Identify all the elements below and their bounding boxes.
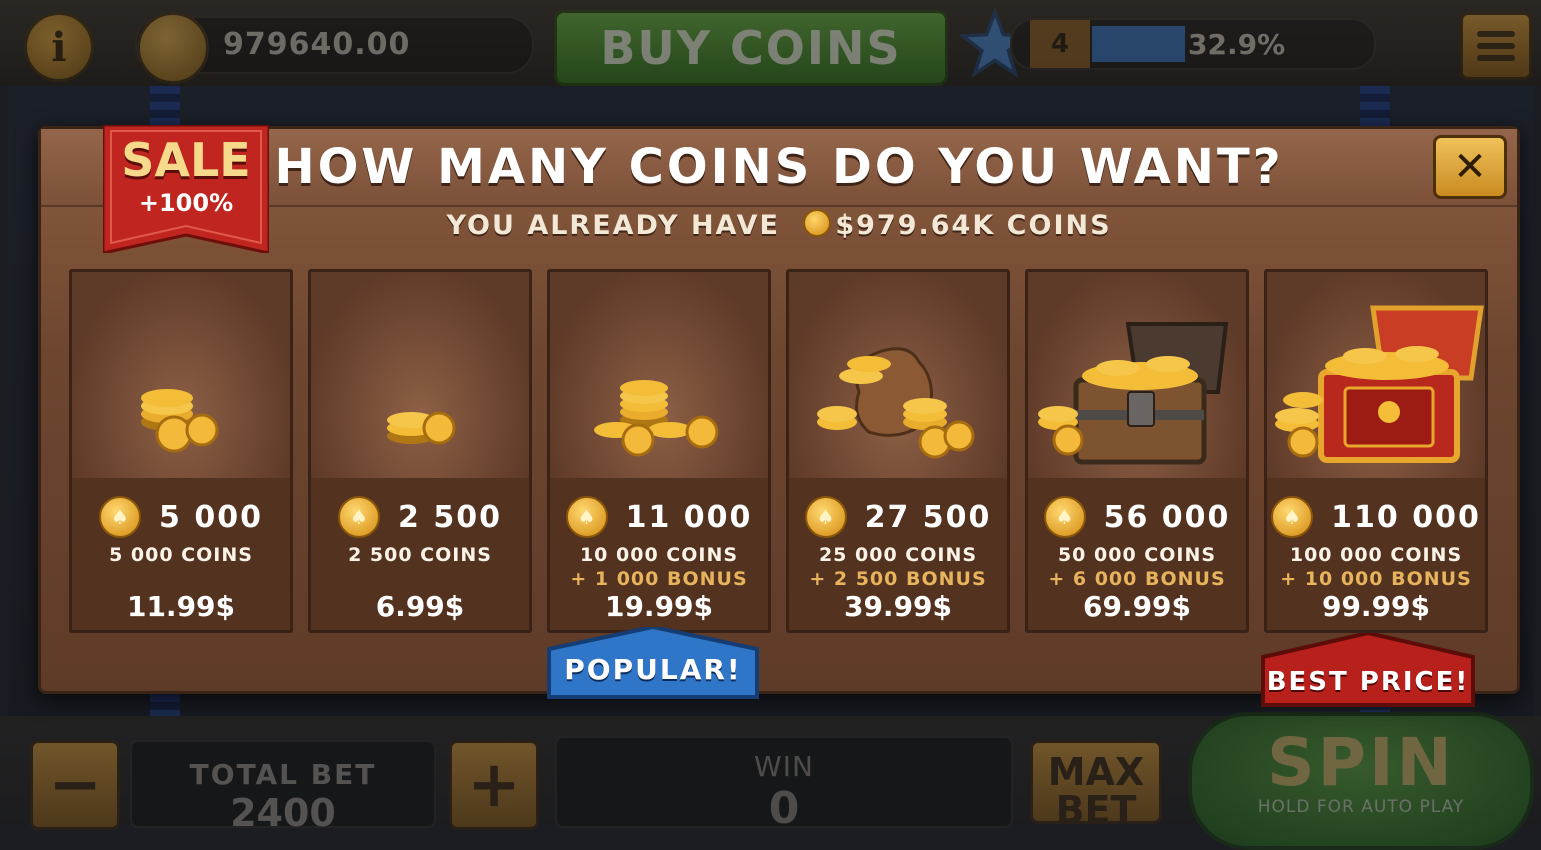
treasure-chest-icon xyxy=(1275,305,1484,463)
coin-stack-icon xyxy=(141,389,219,453)
spin-button[interactable]: SPIN HOLD FOR AUTO PLAY xyxy=(1188,712,1534,850)
decrease-bet-button[interactable]: − xyxy=(30,740,120,830)
package-price: 99.99$ xyxy=(1321,590,1431,623)
level-number: 4 xyxy=(1030,20,1090,68)
package-amount: 27 500 xyxy=(864,499,992,535)
package-art-small-stack xyxy=(72,272,290,478)
max-bet-button[interactable]: MAX BET xyxy=(1030,740,1162,829)
total-bet-value: 2400 xyxy=(230,791,336,835)
package-art-tiny-stack xyxy=(311,272,529,478)
coin-icon: ♠ xyxy=(565,496,608,538)
win-label: WIN xyxy=(754,750,814,783)
close-icon: ✕ xyxy=(1453,144,1487,190)
coin-icon xyxy=(803,209,832,237)
buy-coins-dialog: HOW MANY COINS DO YOU WANT? YOU ALREADY … xyxy=(38,123,1520,707)
max-bet-label-line2: BET xyxy=(1055,788,1137,832)
xp-percent: 32.9% xyxy=(1188,28,1286,61)
spin-sublabel: HOLD FOR AUTO PLAY xyxy=(1257,797,1465,817)
increase-bet-button[interactable]: + xyxy=(449,740,539,830)
info-icon: i xyxy=(51,23,67,71)
balance-suffix: COINS xyxy=(1006,210,1112,241)
package-coins: 25 000 COINS xyxy=(818,544,978,566)
package-card[interactable]: ♠ 27 500 25 000 COINS + 2 500 BONUS 39.99… xyxy=(786,269,1010,633)
package-art-stacks xyxy=(550,272,768,478)
popular-label: POPULAR! xyxy=(564,653,742,686)
package-price: 19.99$ xyxy=(604,590,714,623)
package-list: ♠ 5 000 5 000 COINS 11.99$ ♠ 2 500 2 500 C… xyxy=(69,269,1489,633)
hamburger-icon xyxy=(1477,31,1515,61)
package-amount: 2 500 xyxy=(398,499,502,535)
best-price-label: BEST PRICE! xyxy=(1266,667,1470,697)
package-card[interactable]: ♠ 2 500 2 500 COINS 6.99$ xyxy=(308,269,532,633)
close-button[interactable]: ✕ xyxy=(1433,135,1507,199)
package-card[interactable]: ♠ 11 000 10 000 COINS + 1 000 BONUS 19.99… xyxy=(547,269,771,633)
package-art-coin-sack xyxy=(789,272,1007,478)
package-info: ♠ 11 000 10 000 COINS + 1 000 BONUS 19.99… xyxy=(550,478,768,630)
package-art-wooden-chest xyxy=(1028,272,1246,478)
package-info: ♠ 5 000 5 000 COINS 11.99$ xyxy=(72,478,290,630)
package-amount: 5 000 xyxy=(159,499,263,535)
package-bonus: + 10 000 BONUS xyxy=(1280,568,1472,590)
package-info: ♠ 27 500 25 000 COINS + 2 500 BONUS 39.99… xyxy=(789,478,1007,630)
win-display: WIN 0 xyxy=(555,736,1013,834)
package-coins: 50 000 COINS xyxy=(1057,544,1217,566)
coin-stacks-icon xyxy=(594,380,719,457)
xp-progress-fill xyxy=(1092,26,1185,62)
buy-coins-button[interactable]: BUY COINS xyxy=(554,10,948,86)
coin-icon: ♠ xyxy=(1043,496,1086,538)
total-bet-display: TOTAL BET 2400 xyxy=(130,740,436,835)
package-card[interactable]: ♠ 56 000 50 000 COINS + 6 000 BONUS 69.99… xyxy=(1025,269,1249,633)
package-card[interactable]: ♠ 5 000 5 000 COINS 11.99$ xyxy=(69,269,293,633)
package-info: ♠ 110 000 100 000 COINS + 10 000 BONUS 99… xyxy=(1267,478,1485,630)
treasure-chest-icon xyxy=(1038,322,1229,465)
package-price: 39.99$ xyxy=(843,590,953,623)
package-card[interactable]: ♠ 110 000 100 000 COINS + 10 000 BONUS 99… xyxy=(1264,269,1488,633)
sale-percent: +100% xyxy=(138,189,234,217)
balance-value: 979640.00 xyxy=(223,27,411,62)
package-price: 69.99$ xyxy=(1082,590,1192,623)
package-info: ♠ 2 500 2 500 COINS 6.99$ xyxy=(311,478,529,630)
max-bet-label-line1: MAX xyxy=(1047,750,1145,794)
package-amount: 56 000 xyxy=(1103,499,1231,535)
balance-prefix: YOU ALREADY HAVE xyxy=(446,210,780,241)
info-button[interactable]: i xyxy=(24,12,94,82)
package-coins: 10 000 COINS xyxy=(579,544,739,566)
package-art-red-chest xyxy=(1267,272,1485,478)
coin-icon: ♠ xyxy=(804,496,847,538)
popular-badge: POPULAR! xyxy=(545,624,761,699)
package-info: ♠ 56 000 50 000 COINS + 6 000 BONUS 69.99… xyxy=(1028,478,1246,630)
balance-amount: $979.64K xyxy=(835,210,996,241)
balance-display: 979640.00 xyxy=(135,12,534,84)
menu-button[interactable] xyxy=(1460,12,1532,80)
level-progress: 4 32.9% xyxy=(1010,18,1376,70)
package-price: 11.99$ xyxy=(126,590,236,623)
coin-icon: ♠ xyxy=(99,496,142,538)
package-coins: 5 000 COINS xyxy=(109,544,253,566)
package-bonus: + 6 000 BONUS xyxy=(1048,568,1226,590)
sale-ribbon: SALE +100% xyxy=(101,123,271,255)
total-bet-label: TOTAL BET xyxy=(189,758,377,791)
package-coins: 2 500 COINS xyxy=(348,544,492,566)
sale-label: SALE xyxy=(121,133,251,187)
coin-icon: ♠ xyxy=(1271,496,1314,538)
package-coins: 100 000 COINS xyxy=(1289,544,1463,566)
package-bonus: + 1 000 BONUS xyxy=(570,568,748,590)
package-bonus: + 2 500 BONUS xyxy=(809,568,987,590)
package-amount: 110 000 xyxy=(1331,499,1481,535)
coin-sack-icon xyxy=(817,347,975,459)
best-price-badge: BEST PRICE! xyxy=(1259,630,1477,707)
coin-icon xyxy=(137,12,209,84)
package-amount: 11 000 xyxy=(625,499,753,535)
coin-stack-icon xyxy=(387,411,456,445)
package-price: 6.99$ xyxy=(375,590,465,623)
spin-label: SPIN xyxy=(1267,724,1455,801)
win-value: 0 xyxy=(768,783,800,834)
coin-icon: ♠ xyxy=(338,496,381,538)
